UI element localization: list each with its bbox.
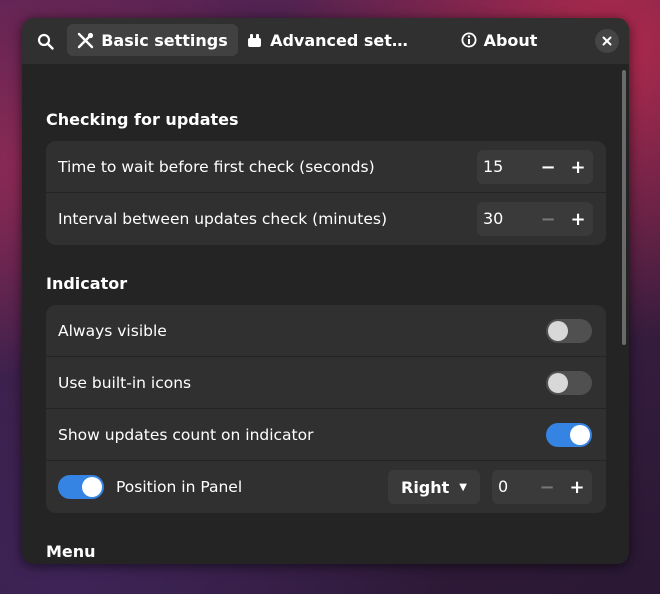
always-visible-switch[interactable] [546, 319, 592, 343]
row-label: Show updates count on indicator [58, 426, 314, 444]
minus-icon: − [539, 476, 555, 498]
preferences-window: Basic settings Advanced set… About Check… [22, 18, 629, 564]
updates-count-switch[interactable] [546, 423, 592, 447]
position-dropdown[interactable]: Right ▼ [388, 470, 480, 504]
switch-knob [548, 321, 568, 341]
advanced-icon [248, 33, 262, 47]
header-bar: Basic settings Advanced set… About [22, 18, 629, 64]
switch-knob [570, 425, 590, 445]
preferences-content: Checking for updates Time to wait before… [22, 64, 629, 564]
tab-label: Advanced set… [270, 30, 408, 50]
section-title-updates: Checking for updates [46, 110, 239, 129]
plus-icon: + [570, 208, 586, 230]
tab-label: About [483, 30, 538, 50]
spinner-value[interactable]: 0 [498, 470, 508, 504]
increment-button[interactable]: + [563, 204, 593, 234]
section-title-menu: Menu [46, 542, 96, 561]
indicator-group: Always visible Use built-in icons Show u… [46, 305, 606, 513]
minus-icon: − [540, 156, 556, 178]
row-update-interval: Interval between updates check (minutes)… [46, 193, 606, 245]
increment-button[interactable]: + [563, 152, 593, 182]
first-check-spinner: 15 − + [477, 150, 593, 184]
row-position-in-panel: Position in Panel Right ▼ 0 − + [46, 461, 606, 513]
position-in-panel-switch[interactable] [58, 475, 104, 499]
plus-icon: + [569, 476, 585, 498]
row-first-check-delay: Time to wait before first check (seconds… [46, 141, 606, 193]
switch-knob [82, 477, 102, 497]
tools-icon [78, 32, 94, 48]
row-label: Interval between updates check (minutes) [58, 210, 387, 228]
scrollbar[interactable] [622, 70, 626, 345]
dropdown-value: Right [401, 477, 450, 497]
plus-icon: + [570, 156, 586, 178]
section-title-indicator: Indicator [46, 274, 128, 293]
tab-about[interactable]: About [442, 24, 556, 56]
interval-spinner: 30 − + [477, 202, 593, 236]
close-button[interactable] [595, 29, 619, 53]
tab-label: Basic settings [101, 30, 228, 50]
info-icon [461, 32, 477, 48]
close-icon [602, 36, 612, 46]
row-label: Always visible [58, 322, 167, 340]
decrement-button[interactable]: − [533, 204, 563, 234]
minus-icon: − [540, 208, 556, 230]
tab-basic-settings[interactable]: Basic settings [67, 24, 238, 56]
row-updates-count: Show updates count on indicator [46, 409, 606, 461]
row-label: Use built-in icons [58, 374, 192, 392]
row-builtin-icons: Use built-in icons [46, 357, 606, 409]
builtin-icons-switch[interactable] [546, 371, 592, 395]
search-button[interactable] [30, 26, 60, 56]
decrement-button[interactable]: − [533, 152, 563, 182]
updates-group: Time to wait before first check (seconds… [46, 141, 606, 245]
decrement-button[interactable]: − [532, 472, 562, 502]
search-icon [37, 33, 54, 50]
spinner-value[interactable]: 30 [483, 202, 503, 236]
tab-advanced-settings[interactable]: Advanced set… [246, 24, 408, 56]
switch-knob [548, 373, 568, 393]
position-spinner: 0 − + [492, 470, 592, 504]
spinner-value[interactable]: 15 [483, 150, 503, 184]
row-always-visible: Always visible [46, 305, 606, 357]
row-label: Position in Panel [116, 478, 243, 496]
row-label: Time to wait before first check (seconds… [58, 158, 375, 176]
caret-down-icon: ▼ [459, 481, 467, 493]
increment-button[interactable]: + [562, 472, 592, 502]
